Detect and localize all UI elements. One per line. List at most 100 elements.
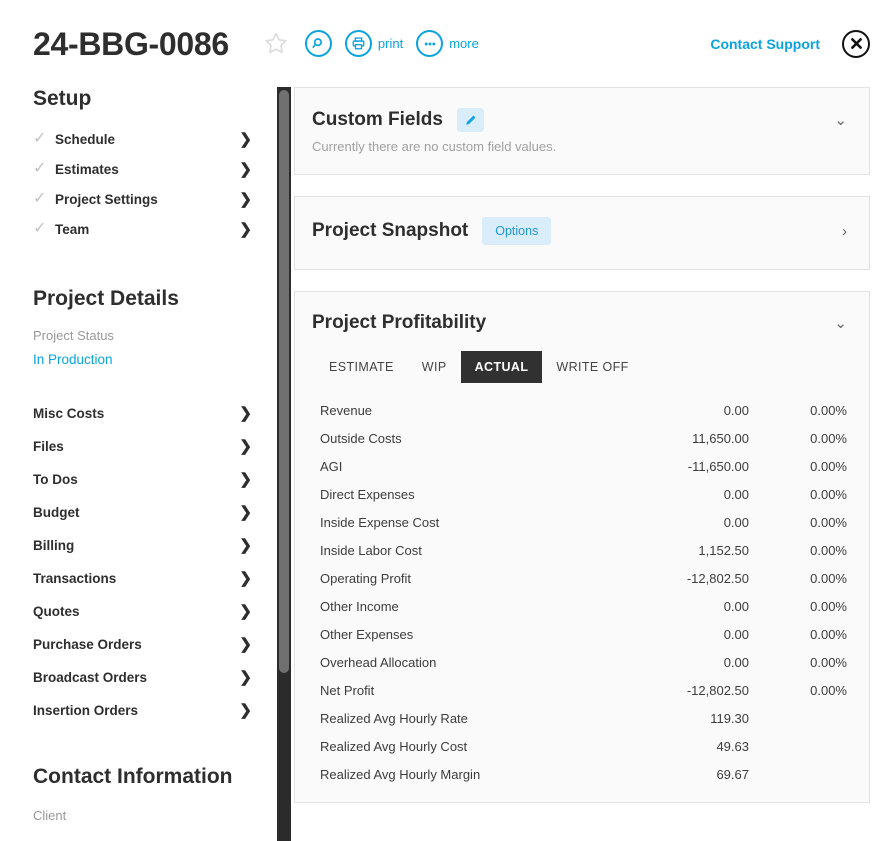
sidebar-item-label: Purchase Orders — [33, 637, 142, 652]
row-value: 0.00 — [723, 626, 749, 642]
row-percent: 0.00% — [810, 430, 847, 446]
chevron-right-icon: ❯ — [239, 438, 252, 455]
chevron-right-icon: ❯ — [239, 130, 252, 148]
sidebar-item-estimates[interactable]: ✓ Estimates ❯ — [33, 154, 277, 184]
sidebar-scrollbar[interactable] — [277, 87, 291, 841]
sidebar-item-label: Budget — [33, 505, 80, 520]
row-label: Realized Avg Hourly Cost — [320, 738, 468, 754]
chevron-right-icon: ❯ — [239, 471, 252, 488]
close-button[interactable] — [842, 29, 870, 58]
sidebar-item-billing[interactable]: Billing ❯ — [33, 529, 277, 562]
row-value: 49.63 — [716, 738, 749, 754]
star-outline-icon — [265, 32, 287, 54]
chevron-right-icon: ❯ — [239, 702, 252, 719]
project-details-heading: Project Details — [33, 287, 179, 310]
sidebar-scrollbar-thumb[interactable] — [279, 90, 289, 673]
sidebar-item-project-settings[interactable]: ✓ Project Settings ❯ — [33, 184, 277, 214]
print-button[interactable]: print — [344, 30, 404, 57]
row-label: Realized Avg Hourly Margin — [320, 766, 481, 782]
more-button[interactable]: more — [416, 30, 479, 57]
check-icon: ✓ — [33, 160, 47, 177]
setup-heading: Setup — [33, 87, 92, 110]
row-value: 0.00 — [723, 402, 749, 418]
sidebar-item-quotes[interactable]: Quotes ❯ — [33, 595, 277, 628]
search-button[interactable] — [304, 30, 332, 57]
chevron-right-icon: ❯ — [239, 220, 252, 238]
header-right-group: Contact Support — [710, 29, 870, 58]
sidebar-item-label: To Dos — [33, 472, 78, 487]
sidebar-item-transactions[interactable]: Transactions ❯ — [33, 562, 277, 595]
sidebar-item-insertion-orders[interactable]: Insertion Orders ❯ — [33, 694, 277, 727]
search-icon-circle — [304, 30, 332, 57]
sidebar-item-broadcast-orders[interactable]: Broadcast Orders ❯ — [33, 661, 277, 694]
row-value: 0.00 — [723, 514, 749, 530]
sidebar-item-team[interactable]: ✓ Team ❯ — [33, 214, 277, 244]
sidebar-item-to-dos[interactable]: To Dos ❯ — [33, 463, 277, 496]
sidebar-item-budget[interactable]: Budget ❯ — [33, 496, 277, 529]
project-nav-list: Misc Costs ❯ Files ❯ To Dos ❯ Budget ❯ B… — [33, 397, 277, 727]
profitability-table: Revenue 0.00 0.00% Outside Costs 11,650.… — [295, 396, 869, 788]
table-row: Realized Avg Hourly Rate 119.30 — [295, 704, 869, 732]
sidebar-item-label: Team — [55, 221, 90, 237]
sidebar-item-label: Schedule — [55, 131, 116, 147]
sidebar-item-purchase-orders[interactable]: Purchase Orders ❯ — [33, 628, 277, 661]
tab-actual[interactable]: ACTUAL — [460, 351, 543, 384]
project-status-value[interactable]: In Production — [33, 352, 277, 367]
row-percent: 0.00% — [810, 598, 847, 614]
project-snapshot-panel: Project Snapshot Options › — [294, 196, 870, 271]
profitability-tabs: ESTIMATE WIP ACTUAL WRITE OFF — [295, 334, 869, 384]
custom-fields-collapse-toggle[interactable]: ⌄ — [824, 113, 847, 128]
contact-client-label: Client — [33, 808, 67, 823]
ellipsis-icon — [424, 42, 435, 45]
tab-wip[interactable]: WIP — [408, 351, 461, 383]
row-percent: 0.00% — [810, 682, 847, 698]
row-label: Revenue — [320, 402, 373, 418]
sidebar-item-schedule[interactable]: ✓ Schedule ❯ — [33, 124, 277, 154]
setup-list: ✓ Schedule ❯ ✓ Estimates ❯ ✓ Project Set… — [33, 124, 277, 244]
print-label: print — [377, 36, 404, 51]
row-value: -11,650.00 — [687, 458, 749, 474]
row-value: 0.00 — [723, 486, 749, 502]
table-row: Realized Avg Hourly Cost 49.63 — [295, 732, 869, 760]
row-percent: 0.00% — [810, 458, 847, 474]
sidebar-item-label: Estimates — [55, 161, 119, 177]
custom-fields-edit-button[interactable] — [456, 108, 484, 132]
row-label: Overhead Allocation — [320, 654, 437, 670]
sidebar-item-label: Broadcast Orders — [33, 670, 148, 685]
sidebar-item-files[interactable]: Files ❯ — [33, 430, 277, 463]
chevron-right-icon: ❯ — [239, 669, 252, 686]
project-snapshot-options-button[interactable]: Options — [482, 217, 552, 246]
sidebar: Setup ✓ Schedule ❯ ✓ Estimates ❯ ✓ Proje… — [0, 87, 277, 841]
sidebar-item-label: Project Settings — [55, 191, 158, 207]
row-percent: 0.00% — [810, 626, 847, 642]
tab-estimate[interactable]: ESTIMATE — [315, 351, 408, 383]
project-snapshot-header: Project Snapshot Options › — [295, 197, 869, 246]
tab-write-off[interactable]: WRITE OFF — [542, 351, 642, 383]
more-label: more — [449, 36, 479, 51]
check-icon: ✓ — [33, 220, 47, 237]
header-action-group: print more — [259, 27, 479, 61]
page-body: Setup ✓ Schedule ❯ ✓ Estimates ❯ ✓ Proje… — [0, 87, 894, 841]
row-label: Realized Avg Hourly Rate — [320, 710, 468, 726]
favorite-star-button[interactable] — [259, 27, 293, 61]
sidebar-item-misc-costs[interactable]: Misc Costs ❯ — [33, 397, 277, 430]
row-value: 0.00 — [723, 654, 749, 670]
row-value: 1,152.50 — [698, 542, 749, 558]
row-value: -12,802.50 — [686, 682, 749, 698]
row-percent — [749, 704, 869, 732]
check-icon: ✓ — [33, 130, 47, 147]
chevron-right-icon: ❯ — [239, 504, 252, 521]
project-snapshot-expand-toggle[interactable]: › — [832, 224, 847, 239]
row-label: Direct Expenses — [320, 486, 415, 502]
table-row: Operating Profit -12,802.50 0.00% — [295, 564, 869, 592]
contact-support-link[interactable]: Contact Support — [710, 36, 820, 52]
row-percent: 0.00% — [810, 402, 847, 418]
table-row: Revenue 0.00 0.00% — [295, 396, 869, 424]
printer-icon — [352, 37, 365, 50]
project-status-label: Project Status — [33, 328, 114, 343]
project-profitability-collapse-toggle[interactable]: ⌄ — [824, 316, 847, 331]
row-label: Outside Costs — [320, 430, 402, 446]
row-percent: 0.00% — [810, 542, 847, 558]
